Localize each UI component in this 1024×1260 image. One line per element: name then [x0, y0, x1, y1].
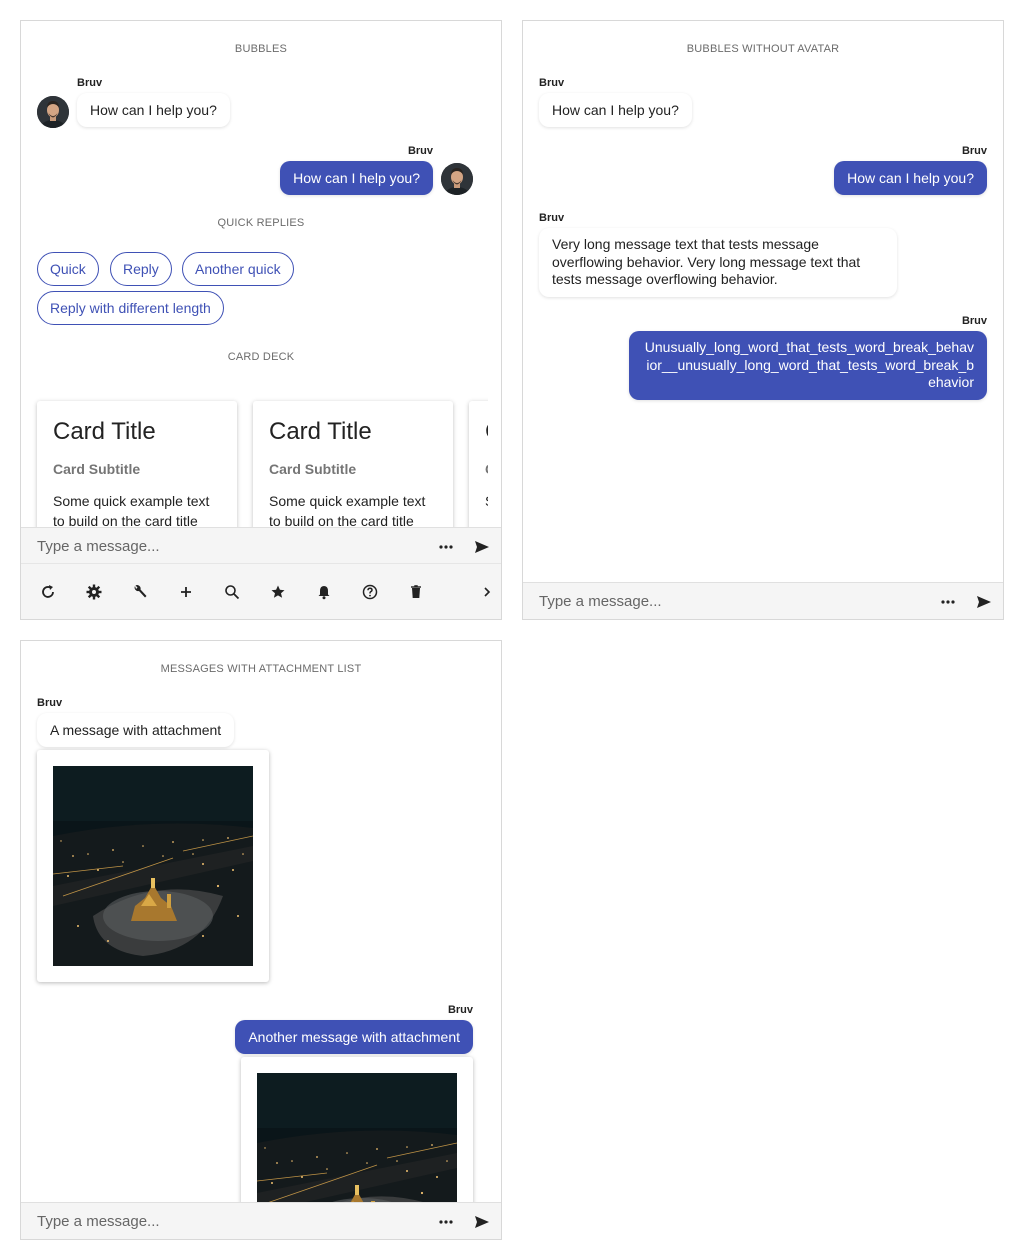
card-text: Some quick example text to build on the … [269, 493, 426, 529]
toolbar [21, 563, 501, 619]
attachment-list-panel: MESSAGES WITH ATTACHMENT LIST Bruv A mes… [20, 640, 502, 1240]
settings-icon[interactable] [85, 583, 103, 601]
bubbles-panel: BUBBLES Bruv How can I help you? Bruv Ho… [20, 20, 502, 620]
help-icon[interactable] [361, 583, 379, 601]
refresh-icon[interactable] [39, 583, 57, 601]
send-icon[interactable] [975, 593, 993, 611]
quick-reply-button[interactable]: Reply [110, 252, 172, 286]
chevron-right-icon[interactable] [478, 583, 496, 601]
card-subtitle: Card Subtitle [269, 461, 357, 477]
bell-icon[interactable] [315, 583, 333, 601]
section-title: BUBBLES [234, 43, 288, 55]
send-icon[interactable] [473, 1213, 491, 1231]
outgoing-message-bubble: How can I help you? [834, 161, 987, 195]
trash-icon[interactable] [407, 583, 425, 601]
attachment-image[interactable] [53, 766, 253, 966]
card-subtitle: Card Subtitle [53, 461, 141, 477]
incoming-message-bubble: How can I help you? [77, 93, 230, 127]
section-title: MESSAGES WITH ATTACHMENT LIST [160, 663, 362, 675]
send-icon[interactable] [473, 538, 491, 556]
section-title: QUICK REPLIES [217, 217, 305, 229]
outgoing-message-bubble: How can I help you? [280, 161, 433, 195]
sender-name: Bruv [539, 77, 565, 89]
message-input[interactable]: Type a message... [37, 1213, 160, 1230]
outgoing-message-bubble: Unusually_long_word_that_tests_word_brea… [629, 331, 987, 400]
card-title: C [485, 417, 488, 447]
wrench-icon[interactable] [131, 583, 149, 601]
message-composer[interactable]: Type a message... [21, 527, 501, 565]
section-title: CARD DECK [227, 351, 295, 363]
sender-name: Bruv [407, 145, 433, 157]
attachment-card[interactable] [37, 750, 269, 982]
message-input[interactable]: Type a message... [539, 593, 662, 610]
card[interactable]: Card Title Card Subtitle Some quick exam… [253, 401, 453, 531]
sender-name: Bruv [961, 145, 987, 157]
message-composer[interactable]: Type a message... [21, 1202, 501, 1239]
quick-reply-button[interactable]: Reply with different length [37, 291, 224, 325]
more-options-icon[interactable] [437, 538, 455, 556]
sender-name: Bruv [539, 212, 565, 224]
more-options-icon[interactable] [939, 593, 957, 611]
card-text: S t [485, 491, 488, 511]
sender-name: Bruv [961, 315, 987, 327]
avatar [37, 96, 69, 128]
card-subtitle: C [485, 461, 488, 477]
card-title: Card Title [269, 418, 372, 445]
incoming-message-bubble: Very long message text that tests messag… [539, 228, 897, 297]
card-deck[interactable]: Card Title Card Subtitle Some quick exam… [21, 391, 488, 531]
sender-name: Bruv [37, 697, 63, 709]
avatar [441, 163, 473, 195]
search-icon[interactable] [223, 583, 241, 601]
star-icon[interactable] [269, 583, 287, 601]
sender-name: Bruv [447, 1004, 473, 1016]
card-title: Card Title [53, 418, 156, 445]
more-options-icon[interactable] [437, 1213, 455, 1231]
bubbles-without-avatar-panel: BUBBLES WITHOUT AVATAR Bruv How can I he… [522, 20, 1004, 620]
quick-reply-button[interactable]: Another quick [182, 252, 294, 286]
card[interactable]: C C S t [469, 401, 488, 531]
card[interactable]: Card Title Card Subtitle Some quick exam… [37, 401, 237, 531]
sender-name: Bruv [77, 77, 103, 89]
card-text: Some quick example text to build on the … [53, 493, 210, 529]
incoming-message-bubble: How can I help you? [539, 93, 692, 127]
quick-reply-button[interactable]: Quick [37, 252, 99, 286]
message-input[interactable]: Type a message... [37, 538, 160, 555]
outgoing-message-bubble: Another message with attachment [235, 1020, 473, 1054]
section-title: BUBBLES WITHOUT AVATAR [686, 43, 840, 55]
incoming-message-bubble: A message with attachment [37, 713, 235, 747]
plus-icon[interactable] [177, 583, 195, 601]
message-composer[interactable]: Type a message... [523, 582, 1003, 619]
